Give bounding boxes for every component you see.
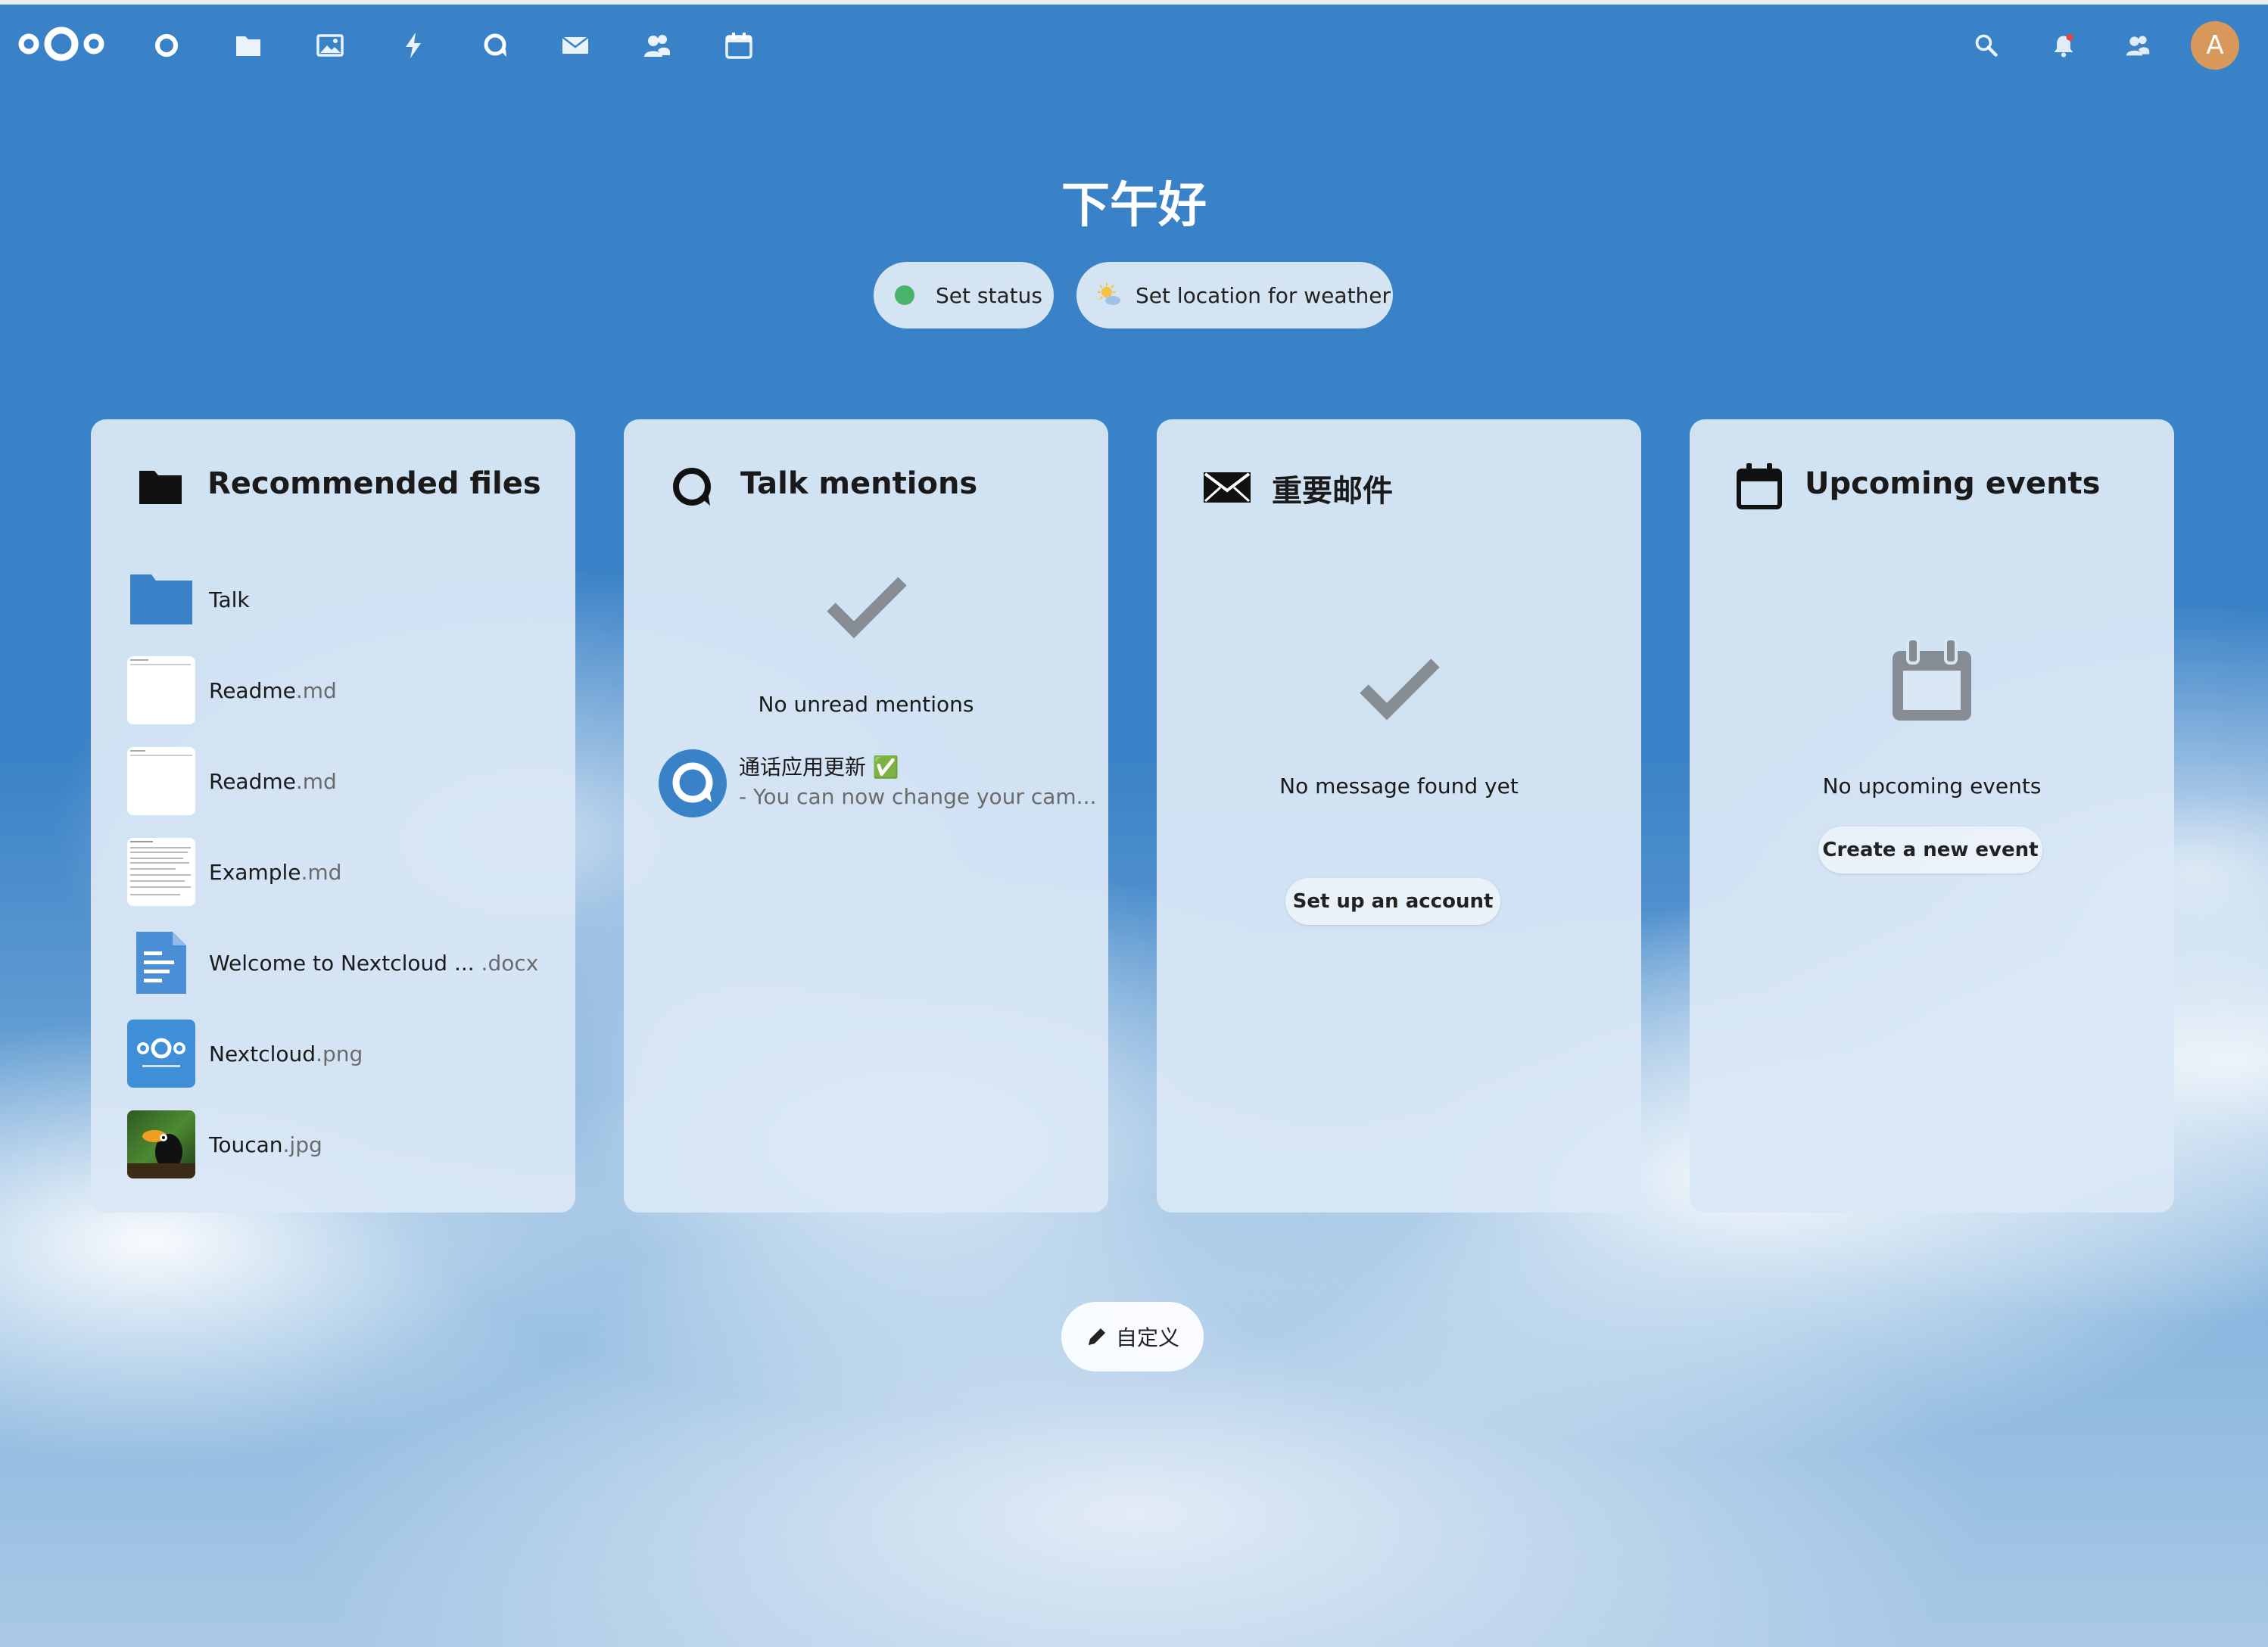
document-icon [127,929,195,997]
sun-cloud-icon [1096,282,1122,308]
file-item-readme[interactable]: Readme.md [127,654,551,727]
text-file-thumbnail [127,656,195,724]
text-file-thumbnail [127,747,195,815]
create-new-event-button[interactable]: Create a new event [1818,827,2042,873]
set-up-account-button[interactable]: Set up an account [1285,878,1500,925]
talk-mentions-widget: Talk mentions No unread mentions 通话应用更新 … [624,419,1108,1213]
calendar-icon [1737,463,1782,513]
folder-icon [127,565,195,634]
widget-title: Talk mentions [740,466,978,501]
greeting-title: 下午好 [1061,178,1207,234]
search-icon[interactable] [1971,30,2002,61]
file-name: Nextcloud.png [209,1041,363,1066]
set-status-button[interactable]: Set status [874,262,1054,328]
widget-title: Upcoming events [1805,466,2101,501]
text-file-thumbnail [127,838,195,906]
file-item-example[interactable]: Example.md [127,836,551,908]
empty-state-text: No unread mentions [758,692,974,717]
file-item-readme[interactable]: Readme.md [127,745,551,817]
files-icon[interactable] [233,30,263,61]
contacts-menu-icon[interactable] [2123,30,2153,61]
empty-state-text: No upcoming events [1822,774,2042,799]
pencil-icon [1086,1325,1108,1348]
checkmark-icon [825,571,908,642]
checkmark-icon [1358,652,1441,724]
file-item-nextcloud-png[interactable]: Nextcloud.png [127,1017,551,1090]
widget-title: Recommended files [207,466,541,501]
file-name: Welcome to Nextcloud ... .docx [209,950,539,976]
folder-icon [138,469,183,509]
photos-icon[interactable] [315,30,345,61]
nextcloud-image-thumbnail [127,1020,195,1088]
mention-subtitle: - You can now change your cam... [739,784,1097,809]
talk-icon[interactable] [480,30,510,61]
file-name: Talk [209,587,250,612]
notifications-icon[interactable] [2048,30,2079,61]
file-name: Example.md [209,859,342,885]
talk-avatar-icon [659,749,727,817]
file-item-welcome-docx[interactable]: Welcome to Nextcloud ... .docx [127,926,551,999]
widget-title: 重要邮件 [1272,474,1393,509]
calendar-icon[interactable] [724,30,754,61]
set-status-label: Set status [936,282,1042,308]
customize-label: 自定义 [1115,1325,1179,1350]
avatar-letter: A [2206,30,2224,61]
empty-state-text: No message found yet [1279,774,1519,799]
talk-icon [669,465,715,513]
weather-button[interactable]: Set location for weather [1076,262,1393,328]
top-bar: A [0,5,2268,80]
file-name: Readme.md [209,677,337,703]
important-mail-widget: 重要邮件 No message found yet Set up an acco… [1157,419,1641,1213]
mention-item[interactable]: 通话应用更新 ✅ - You can now change your cam..… [659,746,1096,822]
recommended-files-widget: Recommended files Talk Readme.md Readme.… [91,419,575,1213]
nextcloud-logo-icon[interactable] [15,20,107,68]
calendar-empty-icon [1888,637,1976,728]
mail-icon [1202,471,1252,507]
upcoming-events-widget: Upcoming events No upcoming events Creat… [1690,419,2174,1213]
file-item-toucan-jpg[interactable]: Toucan.jpg [127,1108,551,1181]
activity-icon[interactable] [398,30,428,61]
file-name: Readme.md [209,768,337,794]
mail-icon[interactable] [560,30,590,61]
file-name: Toucan.jpg [209,1132,322,1157]
weather-label: Set location for weather [1136,282,1391,308]
toucan-photo-thumbnail [127,1110,195,1178]
dashboard-icon[interactable] [151,30,182,61]
avatar[interactable]: A [2191,21,2239,70]
file-item-talk[interactable]: Talk [127,563,551,636]
mention-title: 通话应用更新 ✅ [739,755,899,780]
status-online-icon [895,285,914,305]
customize-button[interactable]: 自定义 [1061,1302,1204,1371]
contacts-icon[interactable] [642,30,672,61]
